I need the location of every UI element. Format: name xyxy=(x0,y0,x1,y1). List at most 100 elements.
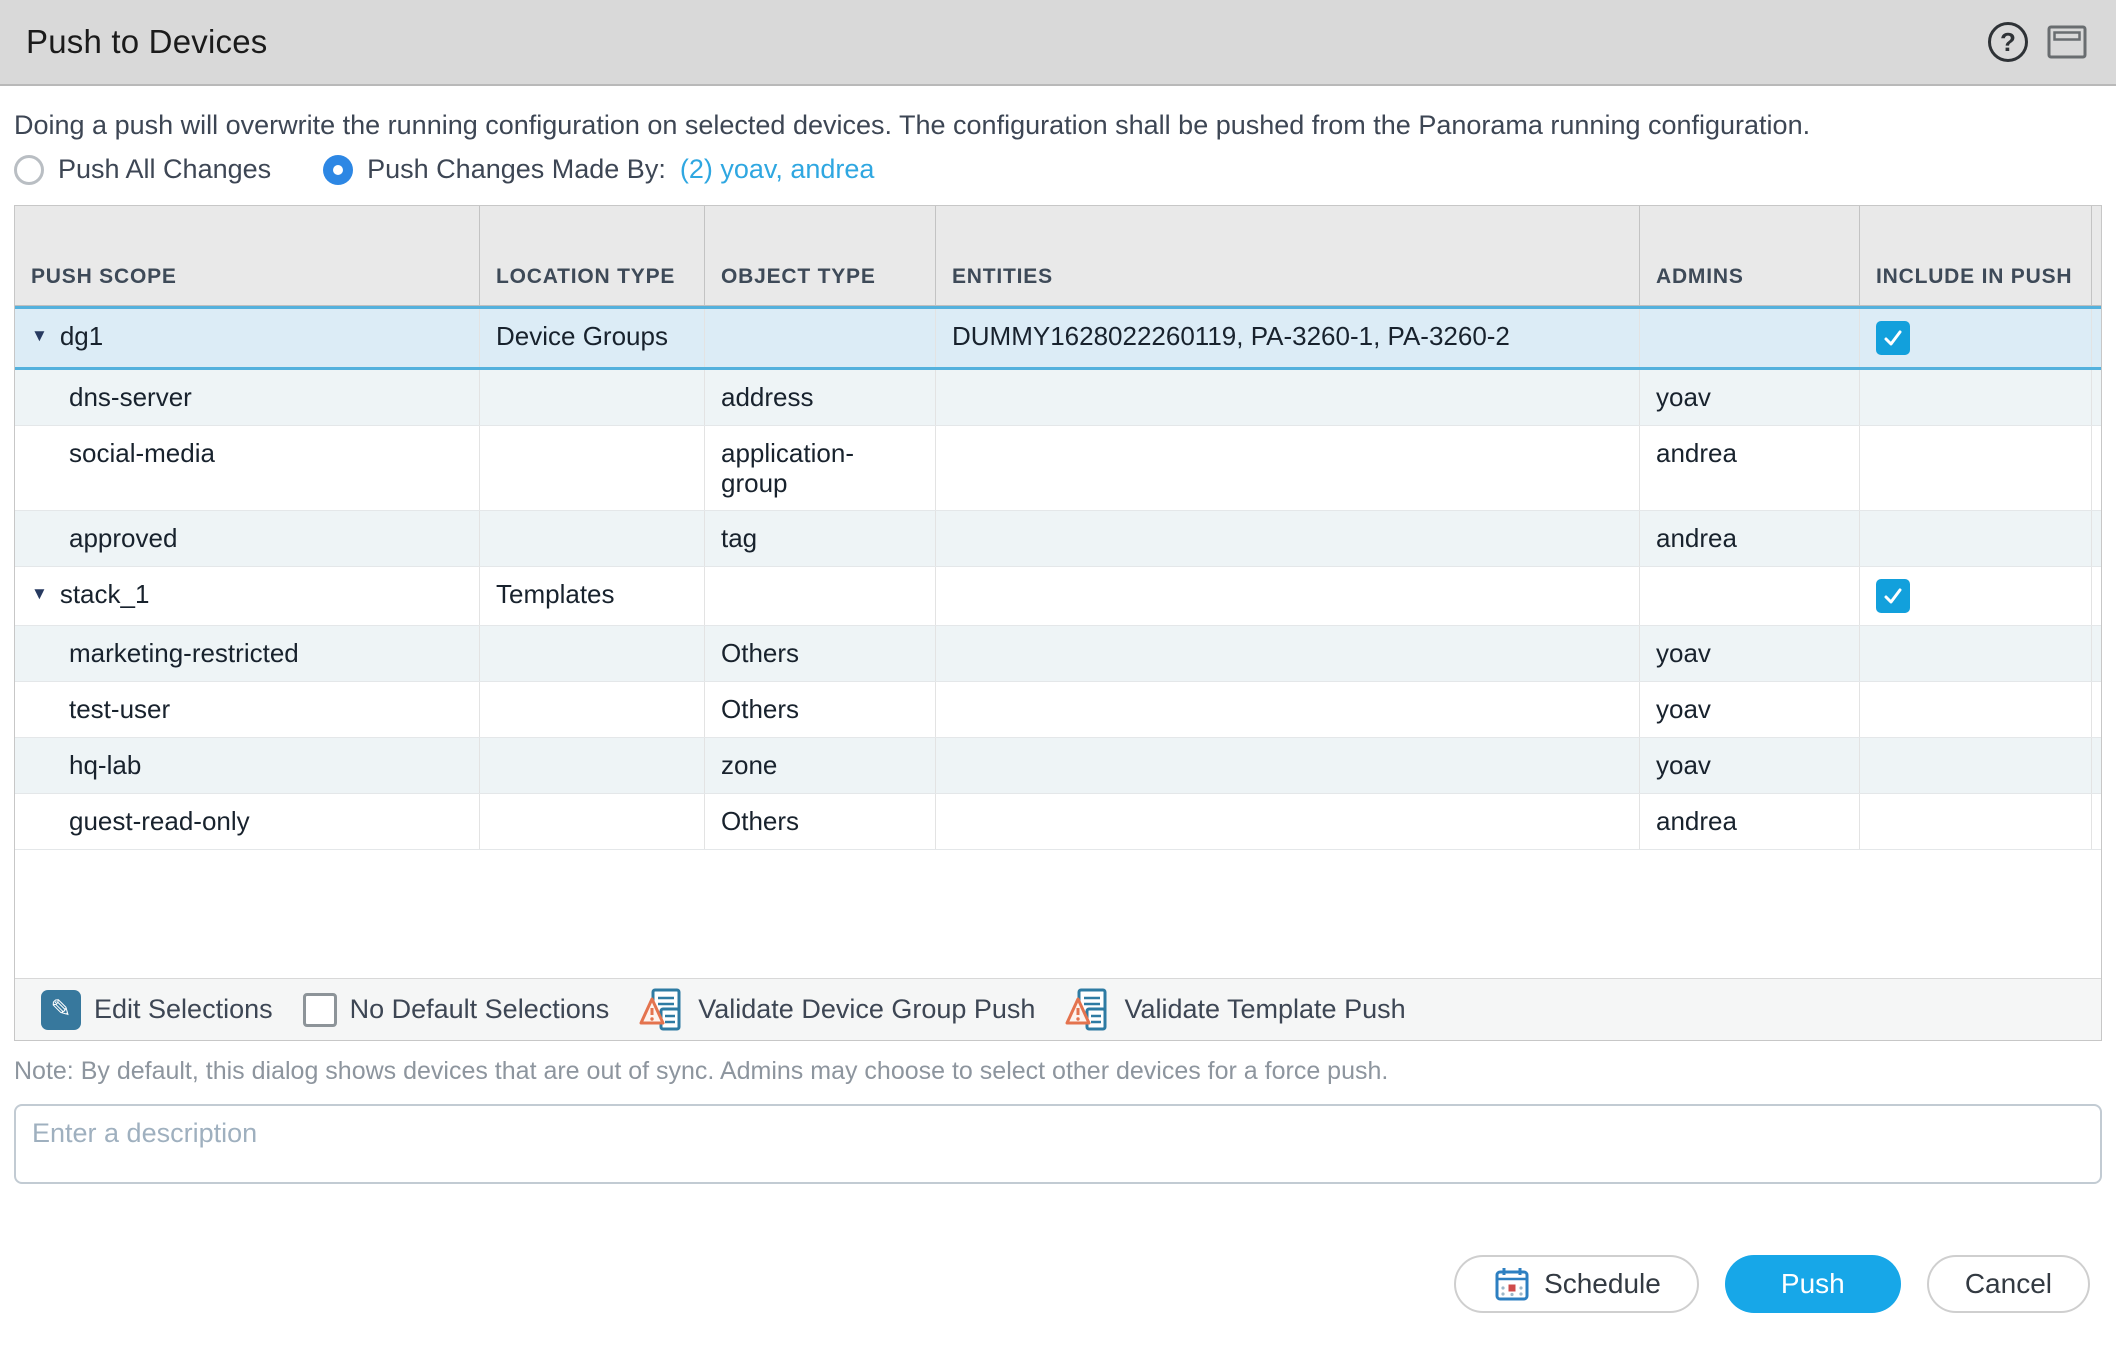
cell-location-type xyxy=(479,370,704,425)
push-all-radio[interactable]: Push All Changes xyxy=(14,154,271,185)
cell-include-in-push xyxy=(1859,309,2091,367)
push-by-radio[interactable]: Push Changes Made By: (2) yoav, andrea xyxy=(323,154,874,185)
radio-icon[interactable] xyxy=(14,155,44,185)
validate-device-group-push-label: Validate Device Group Push xyxy=(698,994,1035,1025)
cell-admins: yoav xyxy=(1639,626,1859,681)
row-name: dg1 xyxy=(60,321,103,351)
edit-selections-label: Edit Selections xyxy=(94,994,273,1025)
cell-include-in-push xyxy=(1859,426,2091,510)
col-header-include-in-push: INCLUDE IN PUSH xyxy=(1859,206,2091,305)
help-icon[interactable]: ? xyxy=(1988,22,2028,62)
cell-entities xyxy=(935,511,1639,566)
cell-push-scope: ▼ stack_1 xyxy=(15,567,479,625)
no-default-selections-checkbox[interactable]: No Default Selections xyxy=(303,993,610,1027)
col-header-admins: ADMINS xyxy=(1639,206,1859,305)
col-header-location-type: LOCATION TYPE xyxy=(479,206,704,305)
cell-include-in-push xyxy=(1859,567,2091,625)
table-row[interactable]: marketing-restricted Others yoav xyxy=(15,626,2101,682)
table-row[interactable]: approved tag andrea xyxy=(15,511,2101,567)
cell-location-type xyxy=(479,794,704,849)
cell-object-type: Others xyxy=(704,682,935,737)
cell-object-type: application-group xyxy=(704,426,935,510)
pencil-icon: ✎ xyxy=(41,990,81,1030)
validate-template-push-label: Validate Template Push xyxy=(1124,994,1405,1025)
cancel-button[interactable]: Cancel xyxy=(1927,1255,2090,1313)
cell-entities: DUMMY1628022260119, PA-3260-1, PA-3260-2 xyxy=(935,309,1639,367)
cell-push-scope: test-user xyxy=(15,682,479,737)
no-default-selections-label: No Default Selections xyxy=(350,994,610,1025)
include-in-push-checkbox[interactable] xyxy=(1876,579,1910,613)
window-icon[interactable] xyxy=(2046,23,2088,61)
col-header-spacer xyxy=(2091,206,2116,305)
cell-admins: andrea xyxy=(1639,426,1859,510)
cell-admins xyxy=(1639,309,1859,367)
table-row[interactable]: ▼stack_1Templates xyxy=(15,567,2101,626)
cell-entities xyxy=(935,626,1639,681)
cell-include-in-push xyxy=(1859,511,2091,566)
cell-include-in-push xyxy=(1859,682,2091,737)
cell-object-type: Others xyxy=(704,626,935,681)
cell-spacer xyxy=(2091,370,2116,425)
push-by-label: Push Changes Made By: xyxy=(367,154,666,185)
cell-push-scope: dns-server xyxy=(15,370,479,425)
cell-push-scope: ▼ dg1 xyxy=(15,309,479,367)
cell-spacer xyxy=(2091,626,2116,681)
intro-text: Doing a push will overwrite the running … xyxy=(14,108,2102,142)
cell-location-type xyxy=(479,511,704,566)
cell-include-in-push xyxy=(1859,794,2091,849)
cell-entities xyxy=(935,567,1639,625)
cell-include-in-push xyxy=(1859,626,2091,681)
dialog-titlebar: Push to Devices ? xyxy=(0,0,2116,86)
note-text: Note: By default, this dialog shows devi… xyxy=(0,1057,2116,1086)
row-name: test-user xyxy=(31,694,170,724)
cell-entities xyxy=(935,738,1639,793)
push-all-label: Push All Changes xyxy=(58,154,271,185)
table-toolbar: ✎ Edit Selections No Default Selections xyxy=(15,978,2101,1040)
calendar-icon xyxy=(1492,1264,1532,1304)
include-in-push-checkbox[interactable] xyxy=(1876,321,1910,355)
row-name: dns-server xyxy=(31,382,192,412)
table-row[interactable]: dns-serveraddressyoav xyxy=(15,370,2101,426)
table-header-row: PUSH SCOPE LOCATION TYPE OBJECT TYPE ENT… xyxy=(15,206,2101,306)
cell-admins: andrea xyxy=(1639,511,1859,566)
table-body: ▼dg1Device GroupsDUMMY1628022260119, PA-… xyxy=(15,306,2101,850)
row-name: approved xyxy=(31,523,177,553)
checkbox-unchecked-icon[interactable] xyxy=(303,993,337,1027)
cell-location-type xyxy=(479,738,704,793)
cell-entities xyxy=(935,370,1639,425)
cell-push-scope: marketing-restricted xyxy=(15,626,479,681)
radio-icon[interactable] xyxy=(323,155,353,185)
cell-object-type xyxy=(704,567,935,625)
table-row[interactable]: hq-labzoneyoav xyxy=(15,738,2101,794)
table-row[interactable]: social-media application-group andrea xyxy=(15,426,2101,511)
cell-object-type: zone xyxy=(704,738,935,793)
cell-spacer xyxy=(2091,794,2116,849)
cell-push-scope: approved xyxy=(15,511,479,566)
cell-object-type: Others xyxy=(704,794,935,849)
expander-icon[interactable]: ▼ xyxy=(31,579,48,609)
description-input[interactable] xyxy=(14,1104,2102,1184)
cell-object-type xyxy=(704,309,935,367)
cell-spacer xyxy=(2091,567,2116,625)
col-header-push-scope: PUSH SCOPE xyxy=(15,206,479,305)
row-name: stack_1 xyxy=(60,579,150,609)
edit-selections-button[interactable]: ✎ Edit Selections xyxy=(41,990,273,1030)
row-name: guest-read-only xyxy=(31,806,250,836)
cell-admins xyxy=(1639,567,1859,625)
validate-template-push-button[interactable]: Validate Template Push xyxy=(1065,987,1405,1033)
cell-location-type xyxy=(479,426,704,510)
table-row[interactable]: guest-read-onlyOthersandrea xyxy=(15,794,2101,850)
table-row[interactable]: ▼dg1Device GroupsDUMMY1628022260119, PA-… xyxy=(15,306,2101,370)
push-button[interactable]: Push xyxy=(1725,1255,1901,1313)
validate-device-group-push-button[interactable]: Validate Device Group Push xyxy=(639,987,1035,1033)
expander-icon[interactable]: ▼ xyxy=(31,321,48,351)
cell-location-type xyxy=(479,626,704,681)
schedule-button[interactable]: Schedule xyxy=(1454,1255,1699,1313)
row-name: marketing-restricted xyxy=(31,638,299,668)
table-row[interactable]: test-userOthersyoav xyxy=(15,682,2101,738)
push-by-admins-link[interactable]: (2) yoav, andrea xyxy=(680,154,875,185)
cell-object-type: tag xyxy=(704,511,935,566)
col-header-object-type: OBJECT TYPE xyxy=(704,206,935,305)
push-mode-options: Push All Changes Push Changes Made By: (… xyxy=(14,154,2102,185)
cell-push-scope: social-media xyxy=(15,426,479,510)
